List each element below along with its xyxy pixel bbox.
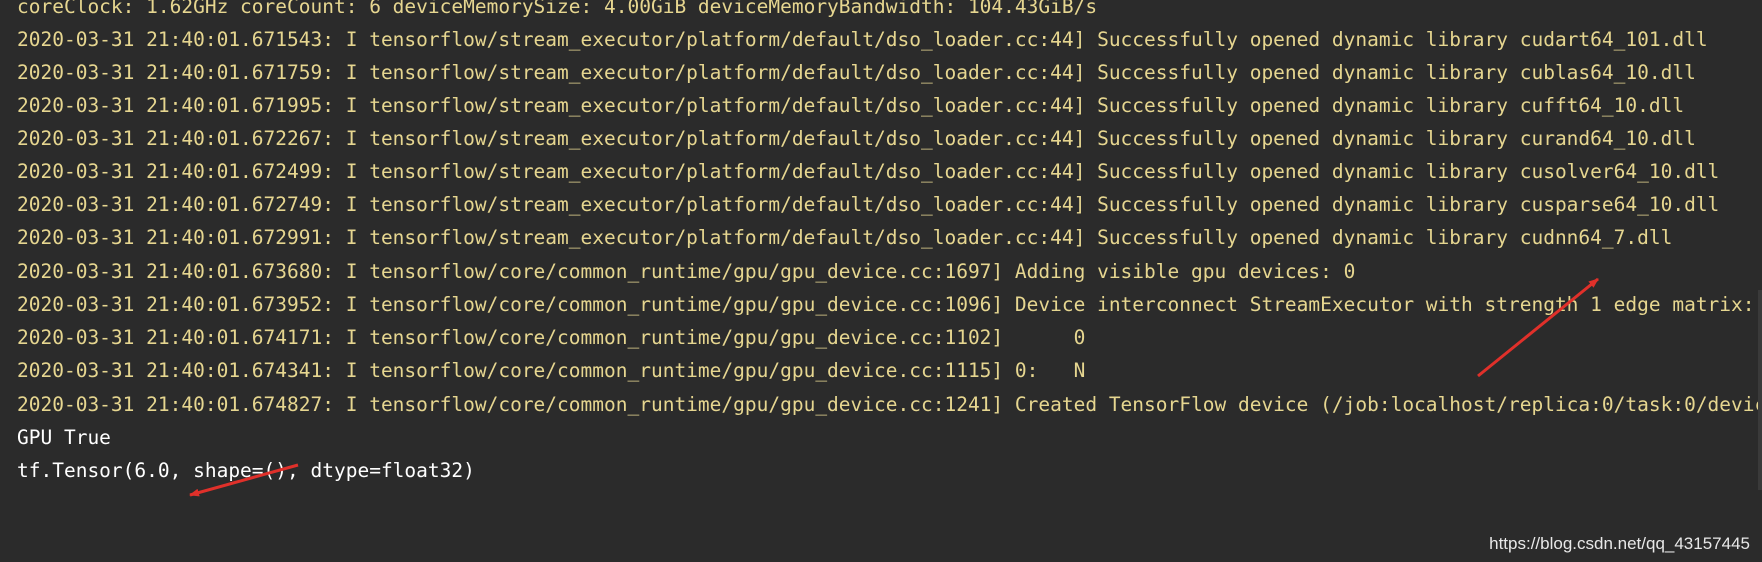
- log-line: 2020-03-31 21:40:01.674341: I tensorflow…: [17, 359, 1086, 382]
- log-line: coreClock: 1.62GHz coreCount: 6 deviceMe…: [17, 0, 1098, 18]
- log-line: 2020-03-31 21:40:01.673680: I tensorflow…: [17, 260, 1356, 283]
- log-line: 2020-03-31 21:40:01.671995: I tensorflow…: [17, 94, 1685, 117]
- log-line: 2020-03-31 21:40:01.673952: I tensorflow…: [17, 293, 1755, 316]
- log-line: 2020-03-31 21:40:01.672267: I tensorflow…: [17, 127, 1696, 150]
- output-line-tensor: tf.Tensor(6.0, shape=(), dtype=float32): [17, 459, 475, 482]
- log-line: 2020-03-31 21:40:01.674827: I tensorflow…: [17, 393, 1762, 416]
- log-line: 2020-03-31 21:40:01.672499: I tensorflow…: [17, 160, 1720, 183]
- log-line: 2020-03-31 21:40:01.671543: I tensorflow…: [17, 28, 1708, 51]
- log-line: 2020-03-31 21:40:01.674171: I tensorflow…: [17, 326, 1086, 349]
- console-output: coreClock: 1.62GHz coreCount: 6 deviceMe…: [0, 0, 1762, 562]
- log-line: 2020-03-31 21:40:01.671759: I tensorflow…: [17, 61, 1696, 84]
- log-line: 2020-03-31 21:40:01.672749: I tensorflow…: [17, 193, 1720, 216]
- scrollbar-edge[interactable]: [1758, 290, 1762, 490]
- log-line: 2020-03-31 21:40:01.672991: I tensorflow…: [17, 226, 1673, 249]
- watermark: https://blog.csdn.net/qq_43157445: [1489, 534, 1750, 553]
- output-line-gpu: GPU True: [17, 426, 111, 449]
